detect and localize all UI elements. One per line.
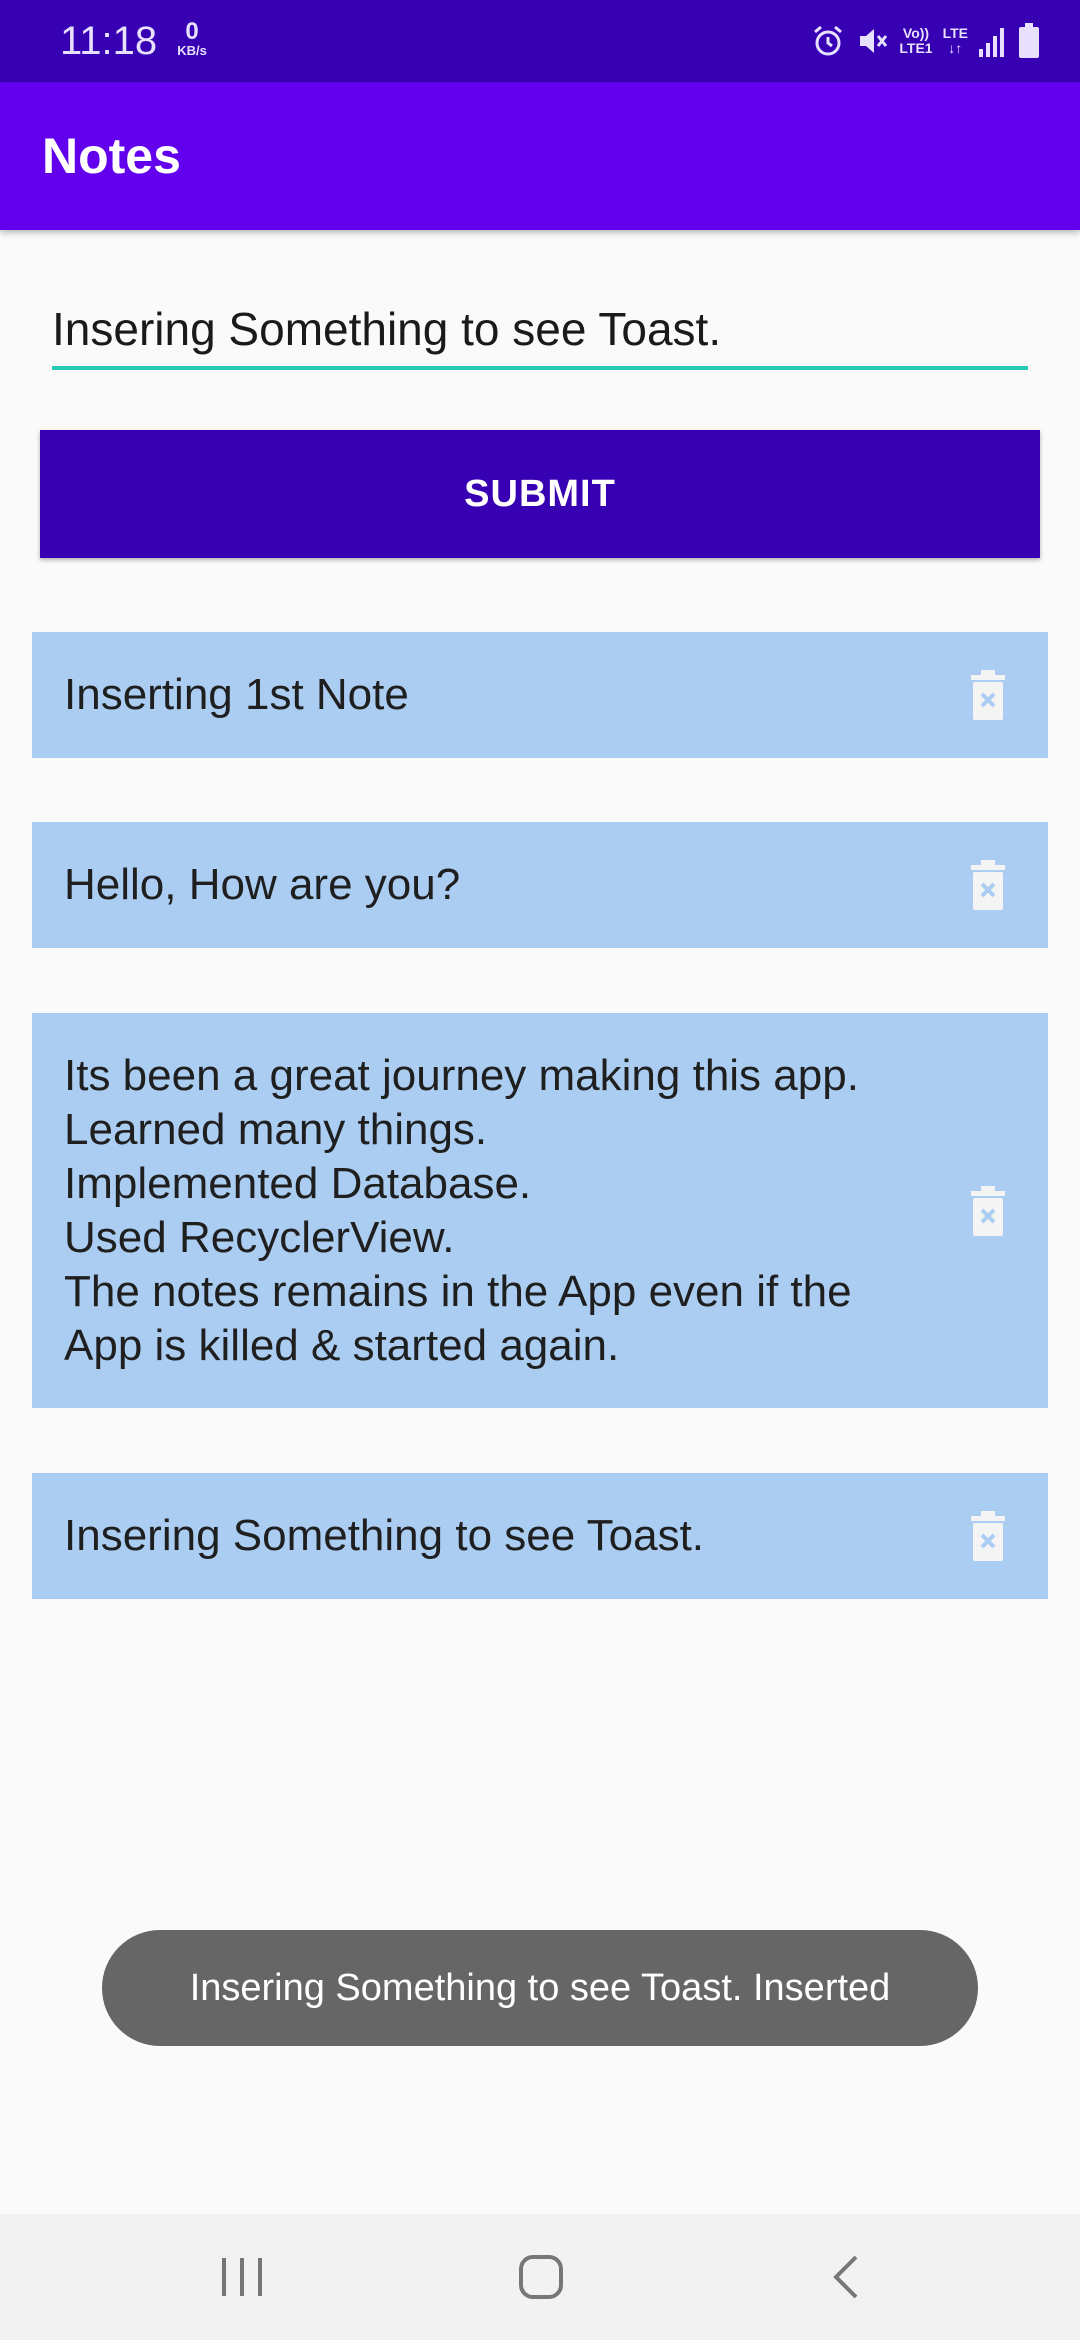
note-text: Its been a great journey making this app… xyxy=(64,1050,859,1370)
note-text: Insering Something to see Toast. xyxy=(64,1511,705,1560)
submit-button[interactable]: SUBMIT xyxy=(40,430,1040,558)
app-title: Notes xyxy=(42,128,181,184)
network-speed: 0 KB/s xyxy=(170,20,214,58)
note-text: Inserting 1st Note xyxy=(64,670,409,719)
data-arrows-icon: ↓↑ xyxy=(948,40,963,56)
lte-label: LTE xyxy=(942,25,968,41)
note-item: Insering Something to see Toast. xyxy=(32,1473,1048,1599)
home-icon[interactable] xyxy=(518,2252,564,2302)
delete-icon[interactable] xyxy=(968,670,1008,720)
status-icons: Vo)) LTE1 LTE ↓↑ xyxy=(811,18,1040,64)
alarm-icon xyxy=(811,24,845,58)
note-item: Inserting 1st Note xyxy=(32,632,1048,758)
delete-icon[interactable] xyxy=(968,1511,1008,1561)
mute-icon xyxy=(855,24,889,58)
back-icon[interactable] xyxy=(830,2252,862,2302)
toast-message: Insering Something to see Toast. Inserte… xyxy=(102,1930,978,2046)
note-item: Hello, How are you? xyxy=(32,822,1048,948)
battery-icon xyxy=(1018,23,1040,59)
app-bar: Notes xyxy=(0,82,1080,230)
navigation-bar xyxy=(0,2214,1080,2340)
delete-icon[interactable] xyxy=(968,1185,1008,1236)
delete-icon[interactable] xyxy=(968,860,1008,910)
lte1-label: LTE1 xyxy=(899,40,933,56)
signal-icon xyxy=(978,25,1008,57)
recents-icon[interactable] xyxy=(220,2252,264,2302)
note-input[interactable] xyxy=(52,292,1028,370)
network-speed-value: 0 xyxy=(185,18,199,45)
lte-indicator: LTE ↓↑ xyxy=(943,26,968,56)
network-speed-unit: KB/s xyxy=(177,43,207,58)
status-bar: 11:18 0 KB/s Vo)) LTE1 LTE ↓↑ xyxy=(0,0,1080,82)
note-text: Hello, How are you? xyxy=(64,860,461,909)
volte-indicator: Vo)) LTE1 xyxy=(899,26,932,56)
volte-label: Vo)) xyxy=(902,25,930,41)
status-time: 11:18 xyxy=(60,19,158,63)
note-item: Its been a great journey making this app… xyxy=(32,1013,1048,1408)
